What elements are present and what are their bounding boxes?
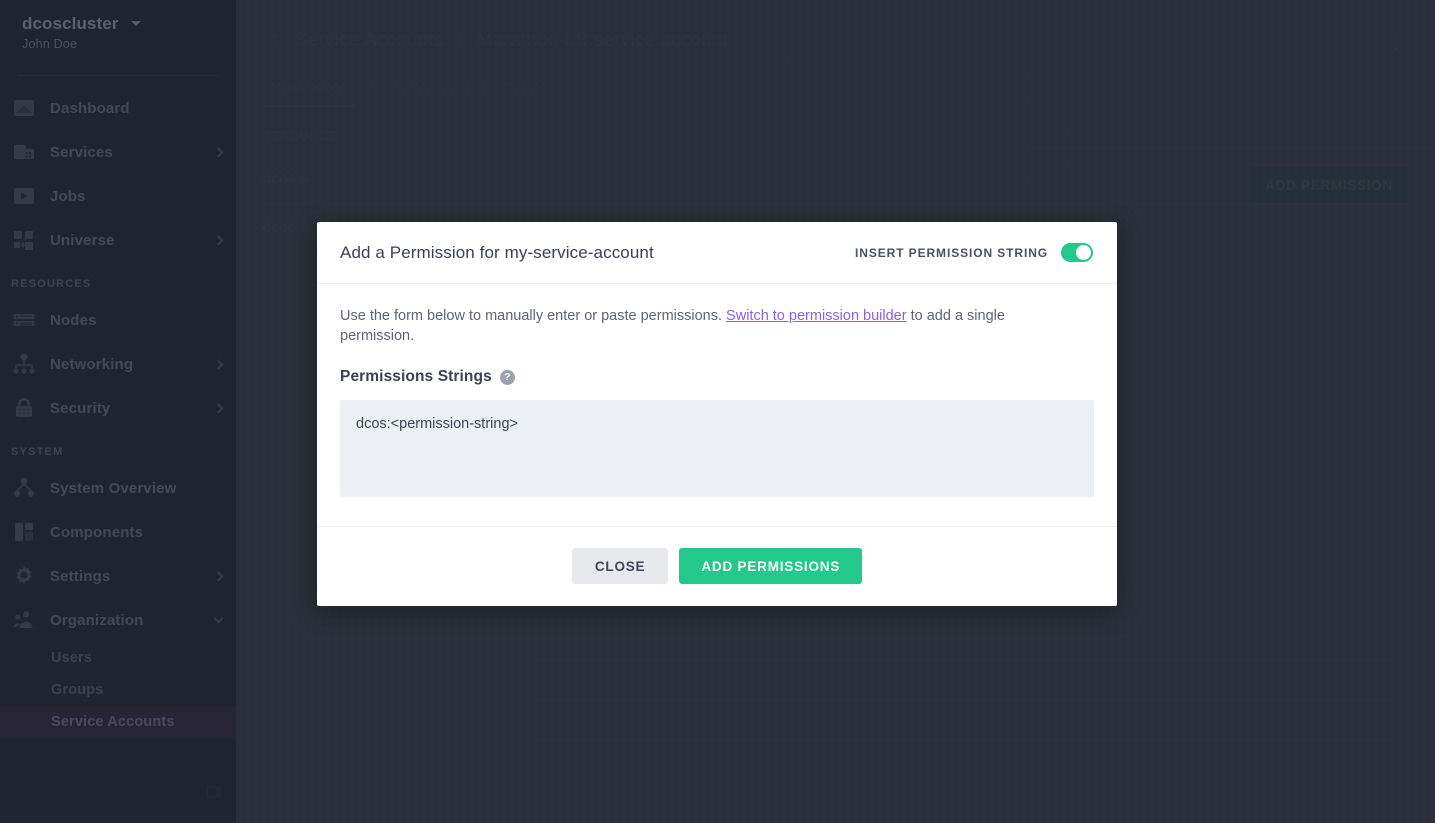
modal-footer: CLOSE ADD PERMISSIONS: [317, 526, 1117, 606]
user-name: John Doe: [22, 37, 78, 51]
chevron-right-icon: [213, 403, 224, 413]
sidebar-item-system-overview[interactable]: System Overview: [0, 466, 236, 510]
chevron-right-icon: [213, 359, 224, 369]
add-permission-modal: Add a Permission for my-service-account …: [317, 222, 1117, 606]
sidebar-item-label: Groups: [51, 682, 104, 698]
modal-title: Add a Permission for my-service-account: [340, 242, 654, 262]
sidebar-section-system: SYSTEM: [11, 446, 64, 458]
sidebar-item-users[interactable]: Users: [0, 642, 236, 674]
lock-icon: [16, 397, 32, 417]
modal-description-prefix: Use the form below to manually enter or …: [340, 308, 723, 324]
toggle-knob: [1076, 245, 1091, 260]
sidebar-item-services[interactable]: Services: [0, 130, 236, 174]
sidebar-footer: [0, 768, 236, 823]
add-permissions-button[interactable]: ADD PERMISSIONS: [679, 548, 863, 584]
sidebar-divider: [18, 75, 218, 76]
permissions-strings-input[interactable]: [340, 400, 1094, 497]
chevron-down-icon: [213, 613, 224, 623]
sidebar-item-label: Dashboard: [50, 99, 130, 117]
jobs-icon: [14, 188, 34, 204]
organization-icon: [13, 611, 33, 628]
universe-icon: [14, 231, 33, 250]
sidebar-item-label: Services: [50, 143, 113, 161]
sidebar-nav: Dashboard Services Jobs Universe RESOURCES No…: [0, 86, 236, 738]
sidebar-item-components[interactable]: Components: [0, 510, 236, 554]
switch-to-permission-builder-link[interactable]: Switch to permission builder: [726, 308, 907, 324]
sidebar-item-settings[interactable]: Settings: [0, 554, 236, 598]
chevron-right-icon: [213, 147, 224, 157]
chevron-right-icon: [213, 571, 224, 581]
permissions-strings-label: Permissions Strings: [340, 368, 492, 385]
sidebar-item-label: Jobs: [50, 187, 86, 205]
sidebar-item-label: Networking: [50, 355, 134, 373]
sidebar-item-label: Service Accounts: [51, 714, 175, 730]
insert-permission-string-label: INSERT PERMISSION STRING: [855, 245, 1048, 260]
sidebar-item-label: System Overview: [50, 479, 177, 497]
sidebar-item-label: Organization: [50, 611, 144, 629]
sidebar-item-service-accounts[interactable]: Service Accounts: [0, 706, 236, 738]
sidebar-section-resources: RESOURCES: [11, 278, 92, 290]
sidebar-item-label: Security: [50, 399, 111, 417]
components-icon: [15, 523, 33, 542]
permissions-strings-label-row: Permissions Strings ?: [340, 368, 1094, 386]
services-icon: [14, 145, 34, 159]
sidebar-item-label: Users: [51, 650, 93, 666]
chevron-down-icon: [130, 19, 141, 27]
sidebar-item-organization[interactable]: Organization: [0, 598, 236, 642]
sidebar-item-groups[interactable]: Groups: [0, 674, 236, 706]
sidebar-item-jobs[interactable]: Jobs: [0, 174, 236, 218]
sidebar: dcoscluster John Doe Dashboard Services Jo…: [0, 0, 236, 823]
sidebar-item-label: Components: [50, 523, 144, 541]
insert-permission-string-toggle[interactable]: [1061, 243, 1093, 262]
sidebar-item-security[interactable]: Security: [0, 386, 236, 430]
dcos-app-window: dcoscluster John Doe Dashboard Services Jo…: [0, 0, 1435, 823]
insert-permission-string-control[interactable]: INSERT PERMISSION STRING: [855, 243, 1093, 262]
sidebar-item-universe[interactable]: Universe: [0, 218, 236, 262]
dashboard-icon: [14, 100, 34, 116]
close-button[interactable]: CLOSE: [571, 548, 669, 584]
chevron-right-icon: [213, 235, 224, 245]
sidebar-item-dashboard[interactable]: Dashboard: [0, 86, 236, 130]
modal-header: Add a Permission for my-service-account …: [317, 222, 1117, 284]
networking-icon: [13, 353, 35, 374]
sidebar-item-label: Nodes: [50, 311, 97, 329]
modal-body: Use the form below to manually enter or …: [317, 284, 1117, 526]
sidebar-collapse-icon[interactable]: [206, 784, 222, 805]
sidebar-item-nodes[interactable]: Nodes: [0, 298, 236, 342]
cluster-name: dcoscluster: [22, 14, 119, 33]
cluster-selector[interactable]: dcoscluster John Doe: [0, 0, 236, 51]
system-overview-icon: [13, 477, 35, 497]
sidebar-item-label: Universe: [50, 231, 115, 249]
sidebar-item-networking[interactable]: Networking: [0, 342, 236, 386]
question-mark-icon[interactable]: ?: [499, 369, 515, 385]
sidebar-item-label: Settings: [50, 567, 111, 585]
modal-description: Use the form below to manually enter or …: [340, 306, 1040, 346]
nodes-icon: [13, 314, 35, 326]
gear-icon: [16, 566, 32, 584]
